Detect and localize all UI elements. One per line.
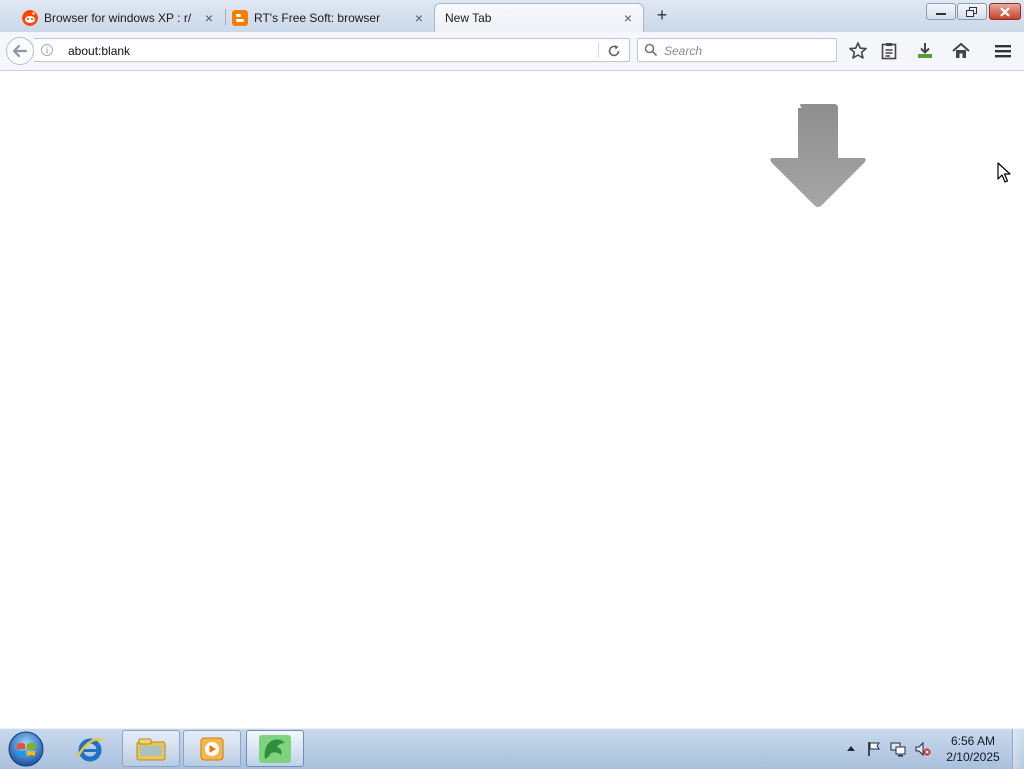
tab-title: RT's Free Soft: browser [254, 10, 381, 25]
taskbar-browser-app[interactable] [246, 730, 304, 767]
tab-close-button[interactable]: × [412, 11, 426, 25]
minimize-button[interactable] [926, 3, 956, 20]
browser-app-icon [259, 734, 291, 763]
reload-icon[interactable] [606, 43, 622, 59]
taskbar-internet-explorer[interactable] [61, 730, 119, 767]
taskbar: 6:56 AM 2/10/2025 [0, 728, 1024, 769]
page-content [0, 71, 1024, 728]
tab-close-button[interactable]: × [621, 11, 635, 25]
home-icon[interactable] [951, 41, 971, 61]
info-icon[interactable]: i [41, 44, 53, 56]
blogger-icon [232, 10, 248, 26]
new-tab-button[interactable]: + [652, 5, 672, 25]
tab-reddit[interactable]: Browser for windows XP : r/ × [20, 3, 224, 32]
file-explorer-icon [136, 738, 166, 760]
navigation-toolbar: i about:blank Search [0, 32, 1024, 71]
taskbar-file-explorer[interactable] [122, 730, 180, 767]
down-arrow-icon [770, 104, 866, 207]
show-hidden-icons[interactable] [846, 744, 856, 752]
system-clock[interactable]: 6:56 AM 2/10/2025 [940, 733, 1006, 765]
url-bar[interactable]: i about:blank [34, 38, 630, 62]
media-player-icon [200, 737, 224, 760]
tab-strip: Browser for windows XP : r/ × RT's Free … [0, 0, 1024, 32]
volume-muted-icon[interactable] [915, 741, 931, 757]
search-placeholder: Search [664, 44, 703, 58]
action-center-flag-icon[interactable] [866, 741, 882, 757]
restore-button[interactable] [957, 3, 987, 20]
back-arrow-icon [12, 44, 28, 58]
restore-icon [966, 6, 977, 17]
menu-icon[interactable] [993, 41, 1013, 61]
download-icon[interactable] [915, 41, 935, 61]
minimize-icon [936, 12, 946, 15]
clock-date: 2/10/2025 [946, 750, 1000, 764]
tab-title: Browser for windows XP : r/ [44, 10, 192, 25]
tab-rts-free-soft[interactable]: RT's Free Soft: browser × [230, 3, 434, 32]
tab-close-button[interactable]: × [202, 11, 216, 25]
tab-title: New Tab [445, 11, 492, 25]
close-window-button[interactable] [989, 3, 1021, 20]
internet-explorer-icon [76, 737, 103, 761]
search-input[interactable]: Search [637, 38, 837, 62]
bookmark-star-icon[interactable] [848, 41, 868, 61]
url-divider [598, 42, 599, 58]
tab-separator [225, 9, 226, 25]
network-icon[interactable] [890, 741, 906, 757]
search-icon [644, 43, 658, 57]
show-desktop-button[interactable] [1012, 729, 1024, 769]
windows-start-icon[interactable] [6, 730, 46, 768]
back-button[interactable] [6, 37, 34, 65]
taskbar-media-player[interactable] [183, 730, 241, 767]
reading-list-icon[interactable] [879, 41, 899, 61]
url-text[interactable]: about:blank [68, 44, 130, 58]
tab-new-tab[interactable]: New Tab × [434, 3, 644, 32]
clock-time: 6:56 AM [950, 734, 996, 748]
reddit-icon [22, 10, 38, 26]
close-icon [1000, 6, 1010, 17]
pointer-cursor-icon [997, 162, 1011, 183]
